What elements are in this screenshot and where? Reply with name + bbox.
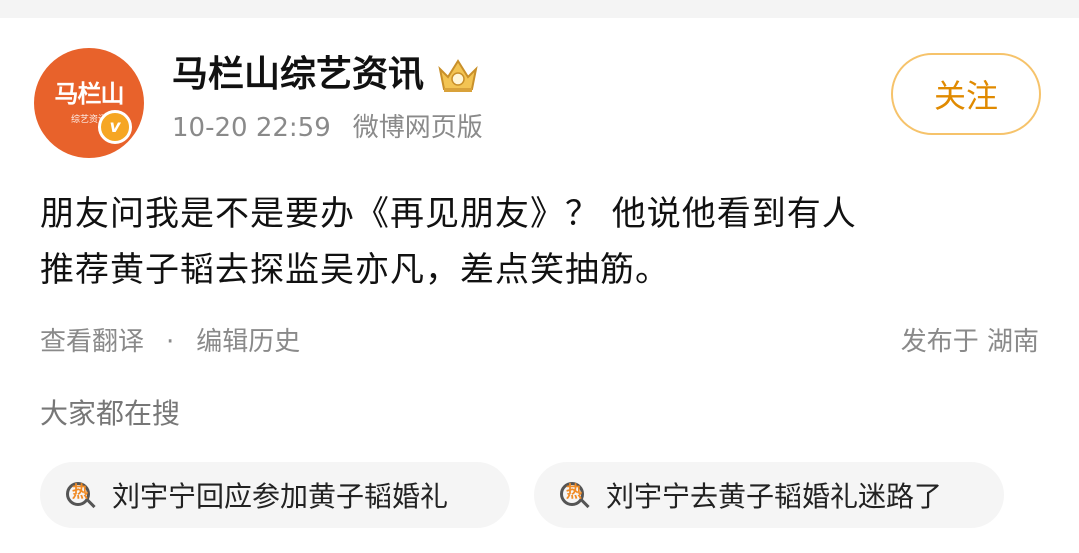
chip-text: 刘宇宁去黄子韬婚礼迷路了 bbox=[606, 480, 943, 513]
trending-search-chip[interactable]: 热 刘宇宁去黄子韬婚礼迷路了 bbox=[534, 462, 1004, 528]
translate-link[interactable]: 查看翻译 bbox=[40, 322, 144, 362]
author-name-row: 马栏山综艺资讯 bbox=[172, 52, 480, 98]
hot-search-icon: 热 bbox=[560, 478, 594, 512]
top-strip bbox=[0, 0, 1079, 18]
post-meta: 10-20 22:59 微博网页版 bbox=[172, 110, 483, 146]
post-text-line: 朋友问我是不是要办《再见朋友》？ 他说他看到有人 bbox=[40, 194, 857, 234]
verified-badge-icon: v bbox=[98, 110, 132, 144]
weibo-post-page: 马栏山 综艺资讯 v 马栏山综艺资讯 10-20 22:59 微博网页版 关注 … bbox=[0, 0, 1079, 553]
post-source: 微博网页版 bbox=[352, 113, 483, 143]
hot-glyph: 热 bbox=[72, 482, 89, 501]
hot-search-icon: 热 bbox=[66, 478, 100, 512]
post-time: 10-20 22:59 bbox=[172, 113, 331, 143]
hot-glyph: 热 bbox=[566, 482, 583, 501]
verified-mark: v bbox=[109, 117, 121, 137]
author-name[interactable]: 马栏山综艺资讯 bbox=[172, 52, 424, 98]
follow-button[interactable]: 关注 bbox=[891, 53, 1041, 135]
avatar-logo-text: 马栏山 bbox=[54, 78, 125, 108]
trending-label: 大家都在搜 bbox=[40, 397, 181, 430]
post-text-line: 推荐黄子韬去探监吴亦凡，差点笑抽筋。 bbox=[40, 250, 670, 290]
trending-search-chip[interactable]: 热 刘宇宁回应参加黄子韬婚礼 bbox=[40, 462, 510, 528]
crown-badge-icon bbox=[436, 55, 480, 95]
edit-history-link[interactable]: 编辑历史 bbox=[196, 322, 300, 362]
avatar[interactable]: 马栏山 综艺资讯 bbox=[34, 48, 144, 158]
post-text: 朋友问我是不是要办《再见朋友》？ 他说他看到有人 推荐黄子韬去探监吴亦凡，差点笑… bbox=[40, 186, 1050, 298]
post-actions: 查看翻译 · 编辑历史 bbox=[40, 322, 300, 362]
separator-dot: · bbox=[166, 327, 175, 357]
chip-text: 刘宇宁回应参加黄子韬婚礼 bbox=[112, 480, 449, 513]
post-location: 发布于 湖南 bbox=[900, 327, 1039, 357]
